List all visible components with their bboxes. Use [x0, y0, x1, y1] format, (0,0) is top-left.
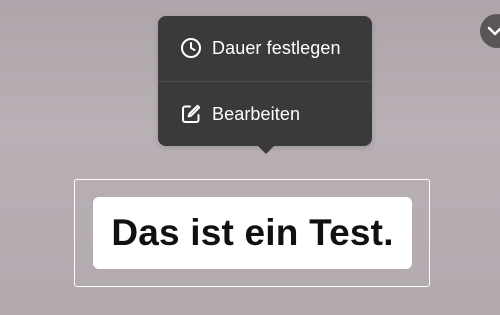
menu-item-set-duration[interactable]: Dauer festlegen — [158, 16, 372, 80]
clock-icon — [179, 36, 203, 60]
text-overlay[interactable]: Das ist ein Test. — [93, 197, 412, 269]
menu-item-edit[interactable]: Bearbeiten — [158, 82, 372, 146]
video-canvas[interactable]: Dauer festlegen Bearbeiten Das ist ein T… — [0, 0, 500, 315]
menu-item-label: Bearbeiten — [212, 103, 301, 124]
collapse-button[interactable] — [480, 14, 500, 48]
text-overlay-content: Das ist ein Test. — [111, 212, 394, 253]
menu-pointer — [257, 145, 275, 154]
chevron-down-icon — [487, 23, 500, 39]
edit-icon — [179, 102, 203, 126]
context-menu: Dauer festlegen Bearbeiten — [158, 16, 372, 146]
menu-item-label: Dauer festlegen — [212, 37, 341, 58]
